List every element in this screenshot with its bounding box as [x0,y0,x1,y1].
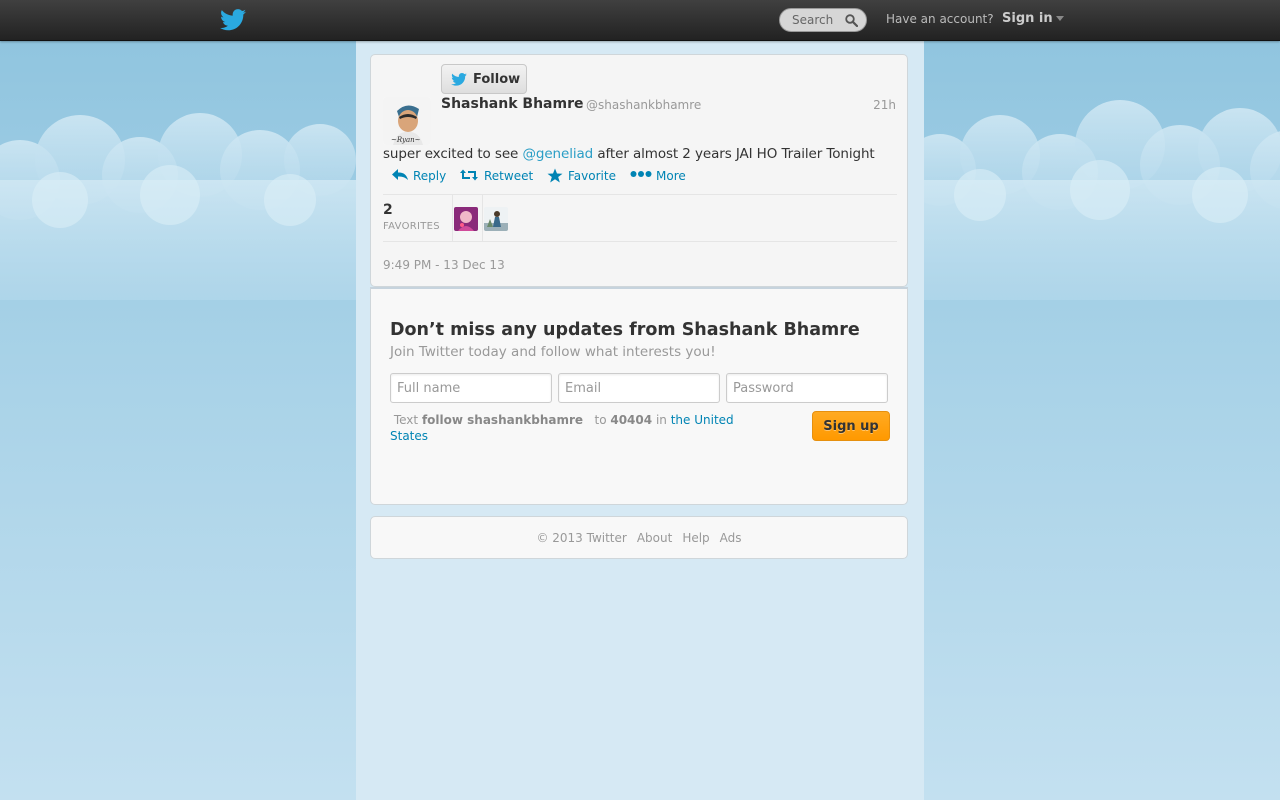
divider [383,194,897,195]
favoriter-avatar-image [484,207,508,231]
email-field[interactable] [558,373,720,403]
tweet-text: super excited to see @geneliad after alm… [383,146,875,162]
more-dots-icon [630,171,652,177]
sms-follow-text: Text follow shashankbhamre to 40404 in t… [390,412,760,444]
retweet-icon [460,169,478,181]
favoriter-avatar[interactable] [454,207,478,231]
ads-link[interactable]: Ads [720,531,742,545]
sms-number: 40404 [610,413,653,427]
star-icon [547,168,563,183]
svg-text:~Ryan~: ~Ryan~ [391,136,421,144]
retweet-label: Retweet [484,169,534,183]
sms-in-label: in [655,413,667,427]
stats-separator [452,195,453,241]
search-icon[interactable] [845,14,858,27]
mention-link[interactable]: @geneliad [522,146,593,162]
footer: © 2013 Twitter About Help Ads [370,516,908,559]
reply-label: Reply [413,169,447,183]
follow-button[interactable]: Follow [441,64,527,94]
favoriter-avatar-image [454,207,478,231]
twitter-bird-logo-icon[interactable] [220,9,246,31]
signup-subtitle: Join Twitter today and follow what inter… [390,344,716,360]
about-link[interactable]: About [637,531,672,545]
sms-to-label: to [594,413,607,427]
twitter-bird-icon [451,73,467,86]
signup-title: Don’t miss any updates from Shashank Bha… [390,320,860,340]
caret-down-icon [1055,16,1064,21]
favoriter-avatar[interactable] [484,207,508,231]
signup-card: Don’t miss any updates from Shashank Bha… [370,287,908,505]
more-label: More [656,169,686,183]
favorites-label: FAVORITES [383,221,440,232]
author-avatar[interactable]: ~Ryan~ [383,97,431,145]
search-input[interactable] [792,13,844,27]
sign-in-dropdown[interactable]: Sign in [1002,11,1064,26]
help-link[interactable]: Help [682,531,709,545]
full-name-field[interactable] [390,373,552,403]
sms-command: follow shashankbhamre [421,413,584,427]
favorites-count[interactable]: 2 [383,202,393,218]
divider [383,241,897,242]
tweet-time[interactable]: 21h [873,98,896,112]
follow-label: Follow [473,72,521,87]
tweet-text-start: super excited to see [383,146,523,162]
tweet-timestamp[interactable]: 9:49 PM - 13 Dec 13 [383,258,505,272]
tweet-text-end: after almost 2 years JAI HO Trailer Toni… [593,146,875,162]
sign-in-label: Sign in [1002,11,1053,26]
footer-links: © 2013 Twitter About Help Ads [371,531,907,545]
copyright-text: © 2013 Twitter [536,531,627,545]
sign-up-button[interactable]: Sign up [812,411,890,441]
have-account-text: Have an account? [886,12,994,26]
top-bar: Have an account? Sign in [0,0,1280,41]
favorite-label: Favorite [568,169,616,183]
sms-text-label: Text [393,413,419,427]
author-handle[interactable]: @shashankbhamre [586,98,701,112]
reply-icon [392,169,408,180]
avatar-image: ~Ryan~ [383,97,431,145]
tweet-card: Follow ~Ryan~ Shashank Bhamre @shashankb… [370,54,908,287]
author-name[interactable]: Shashank Bhamre [441,96,583,112]
search-box[interactable] [779,8,867,32]
password-field[interactable] [726,373,888,403]
stats-separator [482,195,483,241]
